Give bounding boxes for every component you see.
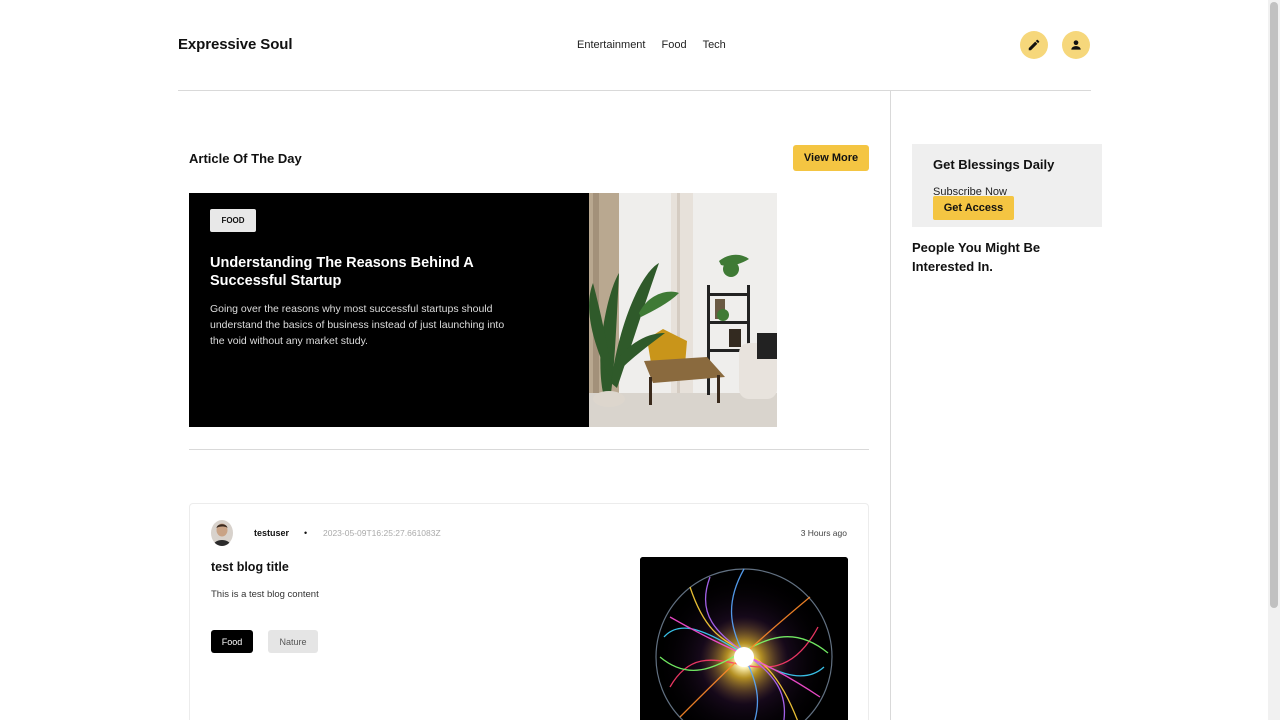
vertical-scrollbar[interactable] [1268,0,1280,720]
write-post-button[interactable] [1020,31,1048,59]
nav-item-tech[interactable]: Tech [703,39,726,51]
brand-logo[interactable]: Expressive Soul [178,36,293,53]
post-tag-nature[interactable]: Nature [268,630,318,653]
subscribe-title: Get Blessings Daily [933,157,1055,172]
sidebar-divider [890,91,891,720]
featured-image [589,193,777,427]
blog-post-card[interactable]: testuser • 2023-05-09T16:25:27.661083Z 3… [189,503,869,720]
view-more-button[interactable]: View More [793,145,869,171]
post-image [640,557,848,720]
subscribe-panel: Get Blessings Daily Subscribe Now Get Ac… [912,144,1102,227]
featured-article[interactable]: FOOD Understanding The Reasons Behind A … [189,193,777,427]
avatar[interactable] [211,520,233,546]
post-timestamp: 2023-05-09T16:25:27.661083Z [323,528,441,538]
main-nav: Entertainment Food Tech [577,39,726,51]
section-divider [189,449,869,450]
post-username[interactable]: testuser [254,528,289,538]
meta-separator: • [304,528,308,538]
category-tag[interactable]: FOOD [210,209,256,232]
post-relative-time: 3 Hours ago [800,528,847,538]
scrollbar-thumb[interactable] [1270,2,1278,608]
featured-excerpt: Going over the reasons why most successf… [210,303,505,347]
featured-title[interactable]: Understanding The Reasons Behind A Succe… [210,254,510,290]
header-divider [178,90,1091,91]
profile-button[interactable] [1062,31,1090,59]
user-icon [1071,40,1081,50]
get-access-button[interactable]: Get Access [933,196,1014,220]
nav-item-food[interactable]: Food [661,39,686,51]
section-title: Article Of The Day [189,151,302,166]
post-content: This is a test blog content [211,589,319,600]
page: Expressive Soul Entertainment Food Tech … [0,0,1280,720]
post-tag-food[interactable]: Food [211,630,253,653]
nav-item-entertainment[interactable]: Entertainment [577,39,645,51]
post-title[interactable]: test blog title [211,560,289,574]
people-heading: People You Might Be Interested In. [912,240,1041,274]
pencil-icon [1028,39,1040,51]
